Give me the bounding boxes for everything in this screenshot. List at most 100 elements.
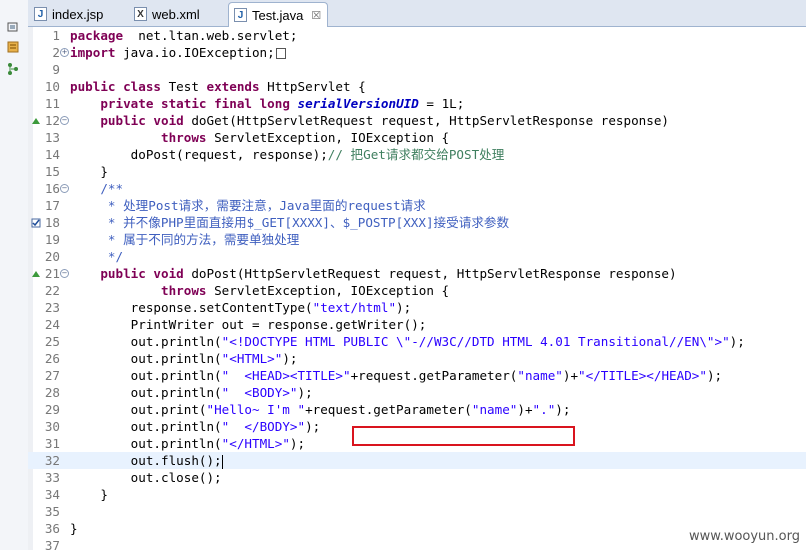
line-number: 13: [44, 130, 60, 145]
line-number: 26: [44, 351, 60, 366]
code-line[interactable]: 19 * 属于不同的方法，需要单独处理: [28, 231, 806, 248]
code-line[interactable]: 35: [28, 503, 806, 520]
code-token: );: [396, 300, 412, 315]
code-text: PrintWriter out = response.getWriter();: [70, 316, 427, 333]
watermark: www.wooyun.org: [688, 529, 800, 544]
editor-tab-bar: J index.jsp X web.xml J Test.java ☒: [28, 0, 806, 27]
code-line[interactable]: 12− public void doGet(HttpServletRequest…: [28, 112, 806, 129]
code-token: "</TITLE></HEAD>": [578, 368, 707, 383]
code-token: extends: [206, 79, 260, 94]
code-line[interactable]: 34 }: [28, 486, 806, 503]
close-icon[interactable]: ☒: [311, 9, 321, 22]
collapse-fold-icon[interactable]: −: [60, 184, 69, 193]
code-text: public class Test extends HttpServlet {: [70, 78, 366, 95]
code-line[interactable]: 13 throws ServletException, IOException …: [28, 129, 806, 146]
code-line[interactable]: 22 throws ServletException, IOException …: [28, 282, 806, 299]
code-text: }: [70, 520, 78, 537]
code-line[interactable]: 29 out.print("Hello~ I'm "+request.getPa…: [28, 401, 806, 418]
code-token: * 属于不同的方法，需要单独处理: [70, 232, 300, 247]
code-line[interactable]: 1 package net.ltan.web.servlet;: [28, 27, 806, 44]
code-line[interactable]: 27 out.println(" <HEAD><TITLE>"+request.…: [28, 367, 806, 384]
code-token: );: [282, 351, 298, 366]
code-line[interactable]: 10 public class Test extends HttpServlet …: [28, 78, 806, 95]
code-token: out.println(: [70, 436, 222, 451]
code-line[interactable]: 32 out.flush();: [28, 452, 806, 469]
code-line[interactable]: 24 PrintWriter out = response.getWriter(…: [28, 316, 806, 333]
hierarchy-view-icon[interactable]: [6, 62, 20, 76]
code-text: }: [70, 486, 108, 503]
code-line[interactable]: 11 private static final long serialVersi…: [28, 95, 806, 112]
code-token: "name": [471, 402, 518, 417]
code-text: out.println("<HTML>");: [70, 350, 298, 367]
line-number: 33: [44, 470, 60, 485]
collapsed-imports-icon[interactable]: [275, 48, 286, 59]
override-marker-icon: [32, 118, 40, 124]
code-line[interactable]: 20 */: [28, 248, 806, 265]
code-line[interactable]: 16− /**: [28, 180, 806, 197]
line-number: 27: [44, 368, 60, 383]
code-token: "<HTML>": [221, 351, 283, 366]
code-text: throws ServletException, IOException {: [70, 282, 449, 299]
code-text: public void doGet(HttpServletRequest req…: [70, 112, 669, 129]
code-text: out.println(" <HEAD><TITLE>"+request.get…: [70, 367, 722, 384]
code-token: );: [706, 368, 723, 383]
line-number: 14: [44, 147, 60, 162]
code-token: response.setContentType(: [70, 300, 313, 315]
code-token: );: [729, 334, 745, 349]
code-line[interactable]: 14 doPost(request, response);// 把Get请求都交…: [28, 146, 806, 163]
code-editor[interactable]: 1 package net.ltan.web.servlet; 2 + import j…: [28, 27, 806, 553]
code-token: "</HTML>": [221, 436, 290, 451]
line-number: 19: [44, 232, 60, 247]
tab-index-jsp[interactable]: J index.jsp: [34, 3, 130, 25]
code-token: */: [70, 249, 124, 264]
line-number: 30: [44, 419, 60, 434]
code-token: out.print(: [70, 402, 207, 417]
restore-icon[interactable]: [6, 20, 20, 34]
tab-test-java[interactable]: J Test.java ☒: [228, 2, 328, 27]
code-line[interactable]: 18 * 并不像PHP里面直接用$_GET[XXXX]、$_POSTP[XXX]…: [28, 214, 806, 231]
line-number: 34: [44, 487, 60, 502]
line-number: 28: [44, 385, 60, 400]
line-number: 15: [44, 164, 60, 179]
line-number: 1: [52, 28, 60, 43]
collapse-fold-icon[interactable]: −: [60, 116, 69, 125]
code-line[interactable]: 15 }: [28, 163, 806, 180]
line-number: 11: [44, 96, 60, 111]
code-line[interactable]: 33 out.close();: [28, 469, 806, 486]
code-line[interactable]: 28 out.println(" <BODY>");: [28, 384, 806, 401]
code-token: PrintWriter out = response.getWriter();: [70, 317, 427, 332]
line-number: 9: [52, 62, 60, 77]
code-line[interactable]: 2 + import java.io.IOException;: [28, 44, 806, 61]
code-text: * 属于不同的方法，需要单独处理: [70, 231, 299, 248]
code-token: );: [305, 419, 321, 434]
code-text: */: [70, 248, 123, 265]
code-line[interactable]: 21− public void doPost(HttpServletReques…: [28, 265, 806, 282]
code-text: private static final long serialVersionU…: [70, 95, 464, 112]
code-text: out.println(" </BODY>");: [70, 418, 321, 435]
collapse-fold-icon[interactable]: −: [60, 269, 69, 278]
code-token: " <BODY>": [221, 385, 298, 400]
code-text: out.print("Hello~ I'm "+request.getParam…: [70, 401, 571, 418]
java-file-icon: J: [234, 8, 247, 22]
expand-fold-icon[interactable]: +: [60, 48, 69, 57]
line-number: 29: [44, 402, 60, 417]
line-number: 36: [44, 521, 60, 536]
code-line[interactable]: 9: [28, 61, 806, 78]
code-text: out.println("</HTML>");: [70, 435, 305, 452]
highlight-annotation-box: [352, 426, 575, 446]
code-line[interactable]: 25 out.println("<!DOCTYPE HTML PUBLIC \"…: [28, 333, 806, 350]
tab-web-xml[interactable]: X web.xml: [134, 3, 224, 25]
code-line[interactable]: 23 response.setContentType("text/html");: [28, 299, 806, 316]
code-token: /**: [100, 181, 124, 196]
code-line[interactable]: 26 out.println("<HTML>");: [28, 350, 806, 367]
code-token: );: [297, 385, 313, 400]
code-token: // 把Get请求都交给POST处理: [327, 147, 505, 162]
line-number: 22: [44, 283, 60, 298]
code-token: ".": [532, 402, 556, 417]
override-marker-icon: [32, 271, 40, 277]
outline-view-icon[interactable]: [6, 40, 20, 54]
code-line[interactable]: 17 * 处理Post请求，需要注意，Java里面的request请求: [28, 197, 806, 214]
